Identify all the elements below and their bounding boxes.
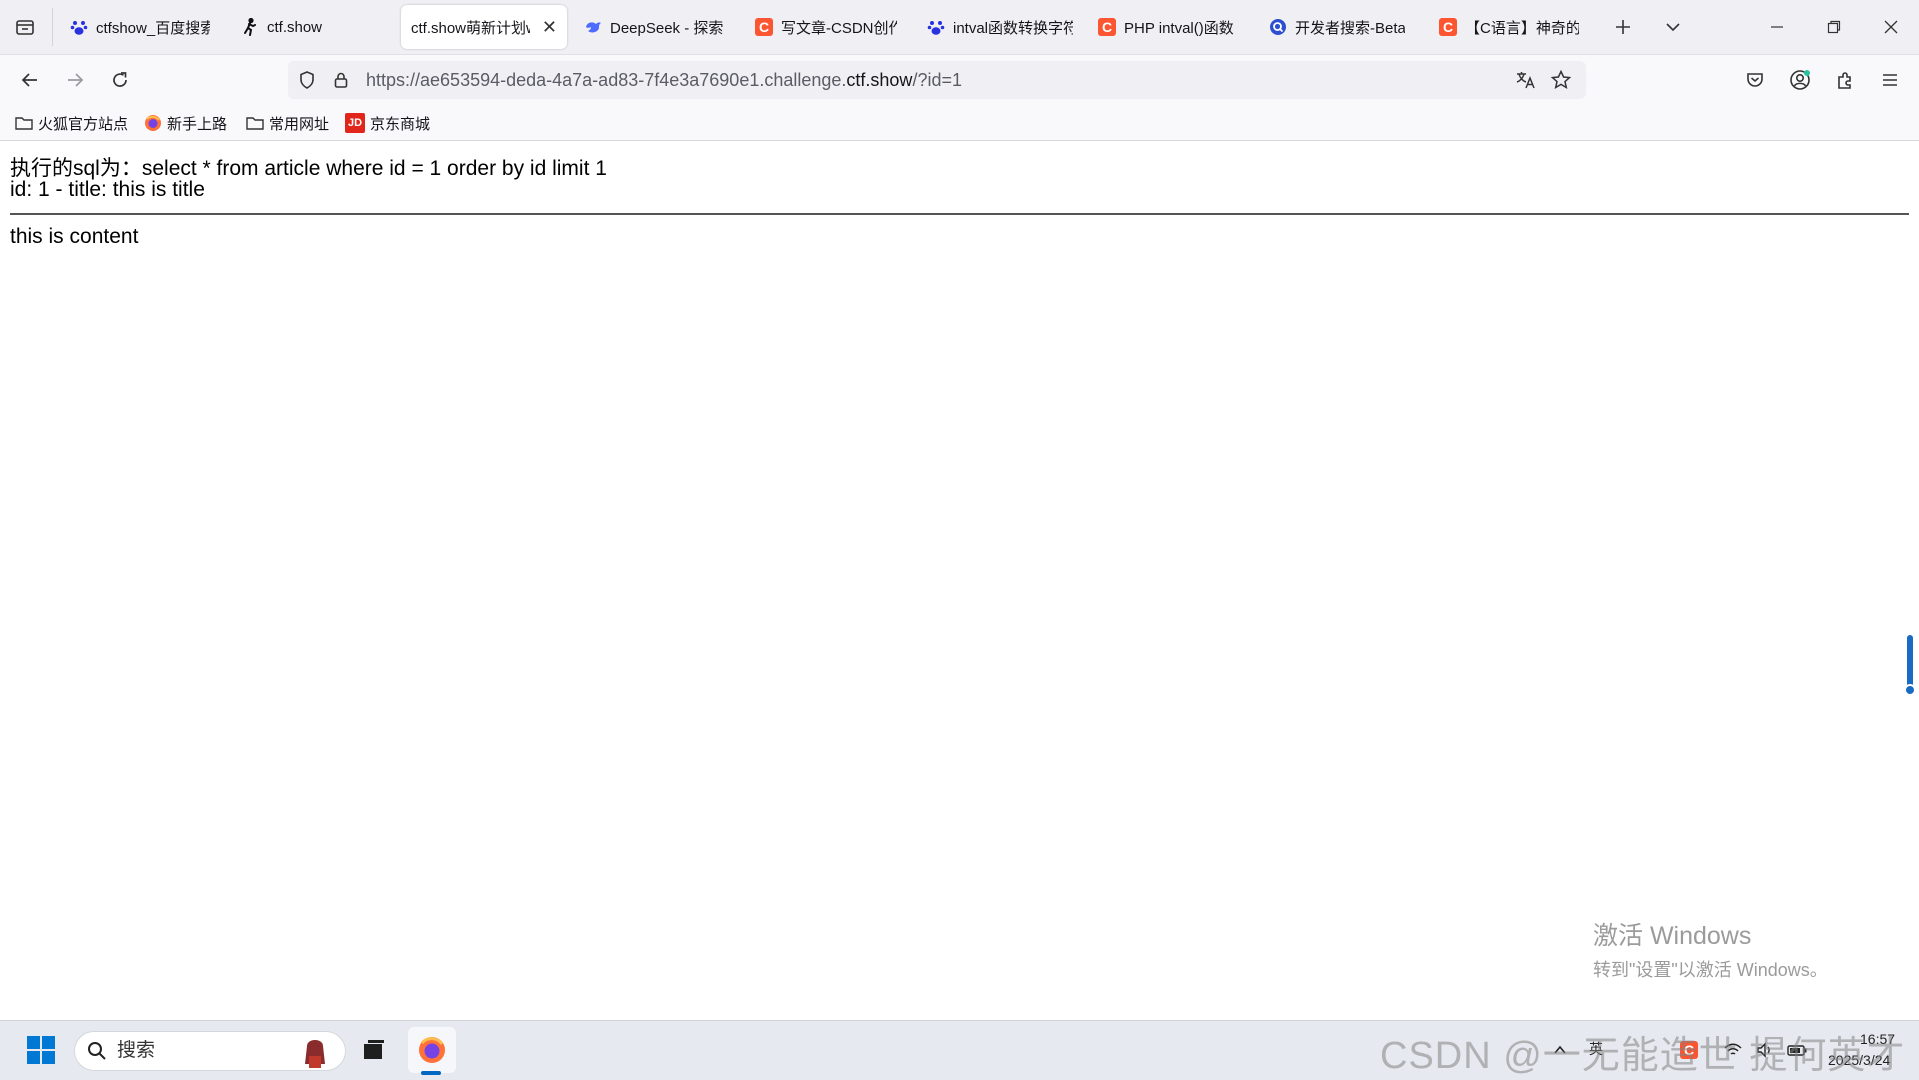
task-view-button[interactable] xyxy=(354,1027,394,1073)
tab-title: 写文章-CSDN创作 xyxy=(781,19,897,37)
app-menu-button[interactable] xyxy=(1872,62,1908,98)
tab-deepseek[interactable]: DeepSeek - 探索 xyxy=(574,5,738,49)
tab-separator xyxy=(52,8,53,46)
hamburger-menu-icon xyxy=(1883,74,1897,86)
url-host: ctf.show xyxy=(846,70,913,90)
tab-ctfshow-active[interactable]: ctf.show萌新计划web ✕ xyxy=(401,5,567,49)
bookmark-label: 常用网址 xyxy=(269,115,330,133)
reload-button[interactable] xyxy=(102,62,138,98)
windows-activation-watermark: 激活 Windows 转到"设置"以激活 Windows。 xyxy=(1593,916,1828,982)
dev-search-icon xyxy=(1269,18,1287,36)
ctfshow-runner-icon xyxy=(241,18,259,36)
arrow-left-icon xyxy=(21,73,37,87)
tab-title: ctfshow_百度搜索 xyxy=(96,19,210,37)
tab-title: intval函数转换字符 xyxy=(953,19,1073,37)
tab-dev-search[interactable]: 开发者搜索-Beta xyxy=(1259,5,1415,49)
tab-c-language[interactable]: C 【C语言】神奇的 xyxy=(1429,5,1589,49)
url-suffix: /?id=1 xyxy=(912,70,962,90)
activate-title: 激活 Windows xyxy=(1593,922,1752,950)
bookmark-jd[interactable]: JD 京东商城 xyxy=(345,110,430,136)
tab-title: ctf.show萌新计划web xyxy=(411,19,530,37)
tab-title: 开发者搜索-Beta xyxy=(1295,19,1405,37)
result-row-text: id: 1 - title: this is title xyxy=(10,178,205,201)
activate-subtitle: 转到"设置"以激活 Windows。 xyxy=(1593,960,1828,980)
plus-icon xyxy=(1616,20,1630,34)
pocket-icon xyxy=(1747,73,1763,87)
reload-icon xyxy=(113,72,127,87)
bookmark-star-icon[interactable] xyxy=(1549,68,1573,92)
folder-icon xyxy=(246,117,264,130)
csdn-author-watermark: CSDN @一无能造世 提何英才 xyxy=(1380,1035,1906,1077)
bookmarks-toolbar: 火狐官方站点 新手上路 常用网址 JD 京东商城 xyxy=(0,105,1919,141)
lock-icon[interactable] xyxy=(329,68,353,92)
csdn-icon: C xyxy=(1439,18,1457,36)
tab-title: 【C语言】神奇的 xyxy=(1465,19,1579,37)
tab-csdn-write[interactable]: C 写文章-CSDN创作 xyxy=(745,5,907,49)
close-window-button[interactable] xyxy=(1872,9,1910,45)
scroll-indicator[interactable] xyxy=(1907,635,1913,690)
page-content: 执行的sql为：select * from article where id =… xyxy=(0,141,1919,1020)
back-button[interactable] xyxy=(12,62,48,98)
chevron-down-icon xyxy=(1666,23,1680,32)
horizontal-rule xyxy=(10,213,1909,215)
translate-icon[interactable] xyxy=(1514,68,1538,92)
csdn-icon: C xyxy=(755,18,773,36)
tab-intval-baidu[interactable]: intval函数转换字符 xyxy=(917,5,1083,49)
folder-icon xyxy=(15,117,33,130)
bookmark-getting-started[interactable]: 新手上路 xyxy=(144,110,227,136)
minimize-button[interactable] xyxy=(1758,9,1796,45)
new-tab-button[interactable] xyxy=(1604,9,1642,45)
forward-button[interactable] xyxy=(57,62,93,98)
pocket-button[interactable] xyxy=(1737,62,1773,98)
tab-overflow-button[interactable] xyxy=(1654,9,1692,45)
account-avatar-icon xyxy=(1790,70,1810,90)
restore-icon xyxy=(1827,20,1841,34)
csdn-icon: C xyxy=(1098,18,1116,36)
deepseek-whale-icon xyxy=(584,18,602,36)
tab-ctfshow-baidu[interactable]: ctfshow_百度搜索 xyxy=(60,5,220,49)
url-text[interactable]: https://ae653594-deda-4a7a-ad83-7f4e3a76… xyxy=(366,61,962,99)
search-highlight-character-icon xyxy=(305,1040,325,1068)
restore-button[interactable] xyxy=(1815,9,1853,45)
puzzle-icon xyxy=(1838,72,1851,89)
minimize-icon xyxy=(1771,26,1783,28)
tab-strip: ctfshow_百度搜索 ctf.show ctf.show萌新计划web ✕ … xyxy=(0,0,1919,55)
search-label: 搜索 xyxy=(117,1040,156,1061)
search-icon xyxy=(88,1042,106,1060)
baidu-paw-icon xyxy=(70,18,88,36)
baidu-paw-icon xyxy=(927,18,945,36)
arrow-right-icon xyxy=(68,73,84,87)
account-button[interactable] xyxy=(1782,62,1818,98)
tab-list-icon xyxy=(16,20,34,35)
url-bar[interactable]: https://ae653594-deda-4a7a-ad83-7f4e3a76… xyxy=(288,61,1586,99)
tab-ctfshow[interactable]: ctf.show xyxy=(231,5,391,49)
article-content-text: this is content xyxy=(10,225,139,248)
url-prefix: https://ae653594-deda-4a7a-ad83-7f4e3a76… xyxy=(366,70,847,90)
list-all-tabs-button[interactable] xyxy=(6,9,44,45)
bookmark-label: 火狐官方站点 xyxy=(38,115,129,133)
windows-logo-icon xyxy=(27,1036,55,1064)
task-view-icon xyxy=(364,1040,384,1059)
tab-title: ctf.show xyxy=(267,18,323,36)
bookmark-label: 京东商城 xyxy=(370,115,431,133)
bookmark-firefox-site[interactable]: 火狐官方站点 xyxy=(15,110,128,136)
taskbar-firefox[interactable] xyxy=(408,1027,456,1073)
scroll-handle[interactable] xyxy=(1904,684,1916,696)
bookmark-common-sites[interactable]: 常用网址 xyxy=(246,110,329,136)
taskbar-search-box[interactable]: 搜索 xyxy=(74,1031,346,1071)
close-tab-icon[interactable]: ✕ xyxy=(542,17,557,38)
extensions-button[interactable] xyxy=(1827,62,1863,98)
tab-title: PHP intval()函数 xyxy=(1124,19,1234,37)
jd-icon: JD xyxy=(345,113,365,133)
bookmark-label: 新手上路 xyxy=(167,115,228,133)
firefox-icon xyxy=(419,1037,445,1063)
tracking-protection-shield-icon[interactable] xyxy=(295,68,319,92)
start-button[interactable] xyxy=(20,1027,62,1073)
close-icon xyxy=(1884,20,1898,34)
firefox-icon xyxy=(145,115,161,131)
tab-title: DeepSeek - 探索 xyxy=(610,19,724,37)
active-app-indicator xyxy=(421,1071,441,1075)
navigation-toolbar: https://ae653594-deda-4a7a-ad83-7f4e3a76… xyxy=(0,55,1919,105)
tab-php-intval[interactable]: C PHP intval()函数 xyxy=(1088,5,1250,49)
